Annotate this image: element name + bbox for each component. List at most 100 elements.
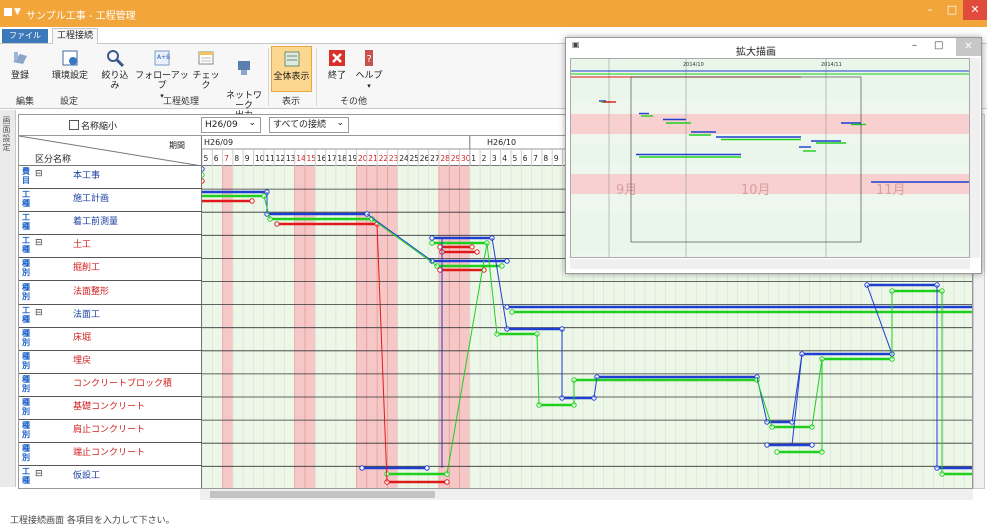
tree-toggle-icon[interactable]: ⊟ (35, 238, 43, 248)
table-row[interactable]: 種別 肩止コンクリート (19, 420, 202, 444)
close-button[interactable]: ✕ (963, 0, 987, 20)
day-number: 7 (533, 154, 538, 163)
group-process: 工程処理 (163, 97, 200, 107)
table-row[interactable]: 種別 基礎コンクリート (19, 397, 202, 420)
bar-end-marker (202, 178, 205, 184)
name-shrink-checkbox[interactable] (69, 120, 79, 130)
maximize-button[interactable]: □ (941, 0, 963, 20)
tree-toggle-icon[interactable]: ⊟ (35, 469, 43, 479)
tree-toggle-icon[interactable]: ⊟ (35, 169, 43, 179)
zoom-maximize-button[interactable]: □ (934, 40, 943, 51)
row-name: 床堀 (73, 332, 92, 343)
row-name: 端止コンクリート (73, 448, 146, 459)
table-row[interactable]: 種別 端止コンクリート (19, 443, 202, 467)
close-x-icon (329, 50, 345, 66)
group-settings: 設定 (60, 97, 79, 107)
zoom-horizontal-scrollbar[interactable] (570, 259, 970, 269)
connection-filter-select[interactable]: すべての接続 (269, 116, 349, 133)
day-number: 8 (234, 154, 239, 163)
follow-up-label: フォローアップ (135, 71, 189, 91)
row-name: 施工計画 (73, 194, 110, 205)
help-button[interactable]: ? ヘルプ ▾ (354, 46, 384, 92)
header-left: 期間 区分名称 (19, 136, 202, 166)
app-icon (4, 8, 12, 16)
minimize-button[interactable]: – (919, 0, 941, 20)
month-select[interactable]: H26/09 (201, 116, 261, 133)
table-row[interactable]: 費目 ⊟ 本工事 (19, 166, 202, 189)
day-number: 4 (502, 154, 507, 163)
help-label: ヘルプ (355, 71, 383, 81)
bar-start-marker (429, 235, 435, 241)
period-label: 期間 (169, 141, 185, 150)
day-number: 8 (543, 154, 548, 163)
ribbon-separator (268, 48, 269, 106)
save-icon (13, 52, 27, 64)
table-row[interactable]: 種別 埋戻 (19, 351, 202, 374)
environment-settings-button[interactable]: 環境設定 (48, 46, 92, 92)
table-row[interactable]: 種別 床堀 (19, 328, 202, 351)
table-row[interactable]: 工種 ⊟ 法面工 (19, 305, 202, 328)
filter-button[interactable]: 絞り込み (98, 46, 132, 92)
bar-end-marker (249, 198, 255, 204)
settings-icon (62, 50, 78, 66)
ribbon-separator (316, 48, 317, 106)
tree-toggle-icon[interactable]: ⊟ (35, 308, 43, 318)
day-number: 5 (513, 154, 518, 163)
group-display: 表示 (282, 97, 301, 107)
table-row[interactable]: 種別 法面整形 (19, 282, 202, 305)
environment-settings-label: 環境設定 (51, 71, 88, 81)
row-kind: 種別 (22, 282, 30, 301)
zoom-window-titlebar[interactable]: ▣ 拡大描画 – □ ✕ (566, 38, 981, 58)
zoom-vertical-scrollbar[interactable] (970, 58, 980, 258)
bar-end-marker (202, 166, 205, 172)
division-name-label: 区分名称 (35, 155, 72, 165)
bar-start-marker (764, 442, 770, 448)
tab-process-connection[interactable]: 工程接続 (52, 28, 98, 45)
zoom-window[interactable]: ▣ 拡大描画 – □ ✕ 9月 10月 11月 2014/10 2014/11 (565, 37, 982, 274)
show-all-button[interactable]: 全体表示 (271, 46, 312, 92)
day-number: 9 (245, 154, 250, 163)
show-all-icon (284, 51, 299, 67)
quick-access-arrow-icon[interactable]: ▼ (14, 7, 21, 17)
show-all-label: 全体表示 (273, 72, 310, 82)
register-button[interactable]: 登録 (4, 46, 36, 92)
horizontal-scrollbar[interactable] (200, 489, 973, 500)
day-number: 1 (471, 154, 476, 163)
table-row[interactable]: 工種 ⊟ 仮設工 (19, 466, 202, 488)
zoom-chart-svg: 9月 10月 11月 2014/10 2014/11 (571, 59, 969, 257)
zoom-minimize-button[interactable]: – (912, 40, 917, 51)
row-kind: 種別 (22, 398, 30, 416)
exit-button[interactable]: 終了 (322, 46, 352, 92)
row-kind: 工種 (22, 305, 30, 324)
bar-start-marker (429, 240, 435, 246)
name-shrink-label: 名称縮小 (81, 122, 118, 132)
group-other: その他 (340, 97, 368, 107)
table-row[interactable]: 工種 施工計画 (19, 189, 202, 213)
check-button[interactable]: チェック (190, 46, 222, 92)
side-tab-label: 画面設定 (2, 116, 11, 152)
magnifier-icon (107, 50, 125, 68)
bar-end-marker (499, 263, 505, 269)
row-name: 肩止コンクリート (73, 425, 146, 436)
row-name: 土工 (73, 240, 92, 251)
zoom-close-button[interactable]: ✕ (956, 38, 981, 56)
table-row[interactable]: 工種 着工前測量 (19, 212, 202, 236)
day-number: 3 (492, 154, 497, 163)
row-name: 基礎コンクリート (73, 402, 146, 412)
row-name: 法面整形 (73, 286, 110, 297)
file-tab[interactable]: ファイル (2, 29, 48, 43)
bar-end-marker (474, 249, 480, 255)
follow-up-button[interactable]: A+B フォローアップ ▾ (135, 46, 189, 100)
screen-settings-side-tab[interactable]: 画面設定 (0, 110, 16, 487)
row-name: 本工事 (73, 171, 101, 181)
table-row[interactable]: 工種 ⊟ 土工 (19, 235, 202, 259)
row-name: 法面工 (73, 309, 101, 320)
network-output-button[interactable]: ネットワーク 出力 (222, 46, 266, 121)
bar-end-marker (469, 244, 475, 250)
group-edit: 編集 (16, 97, 35, 107)
table-row[interactable]: 種別 コンクリートブロック積 (19, 374, 202, 397)
row-kind: 種別 (22, 328, 30, 347)
horizontal-scroll-thumb[interactable] (210, 491, 435, 498)
table-row[interactable]: 種別 掘削工 (19, 258, 202, 282)
zoom-canvas: 9月 10月 11月 2014/10 2014/11 (570, 58, 970, 258)
